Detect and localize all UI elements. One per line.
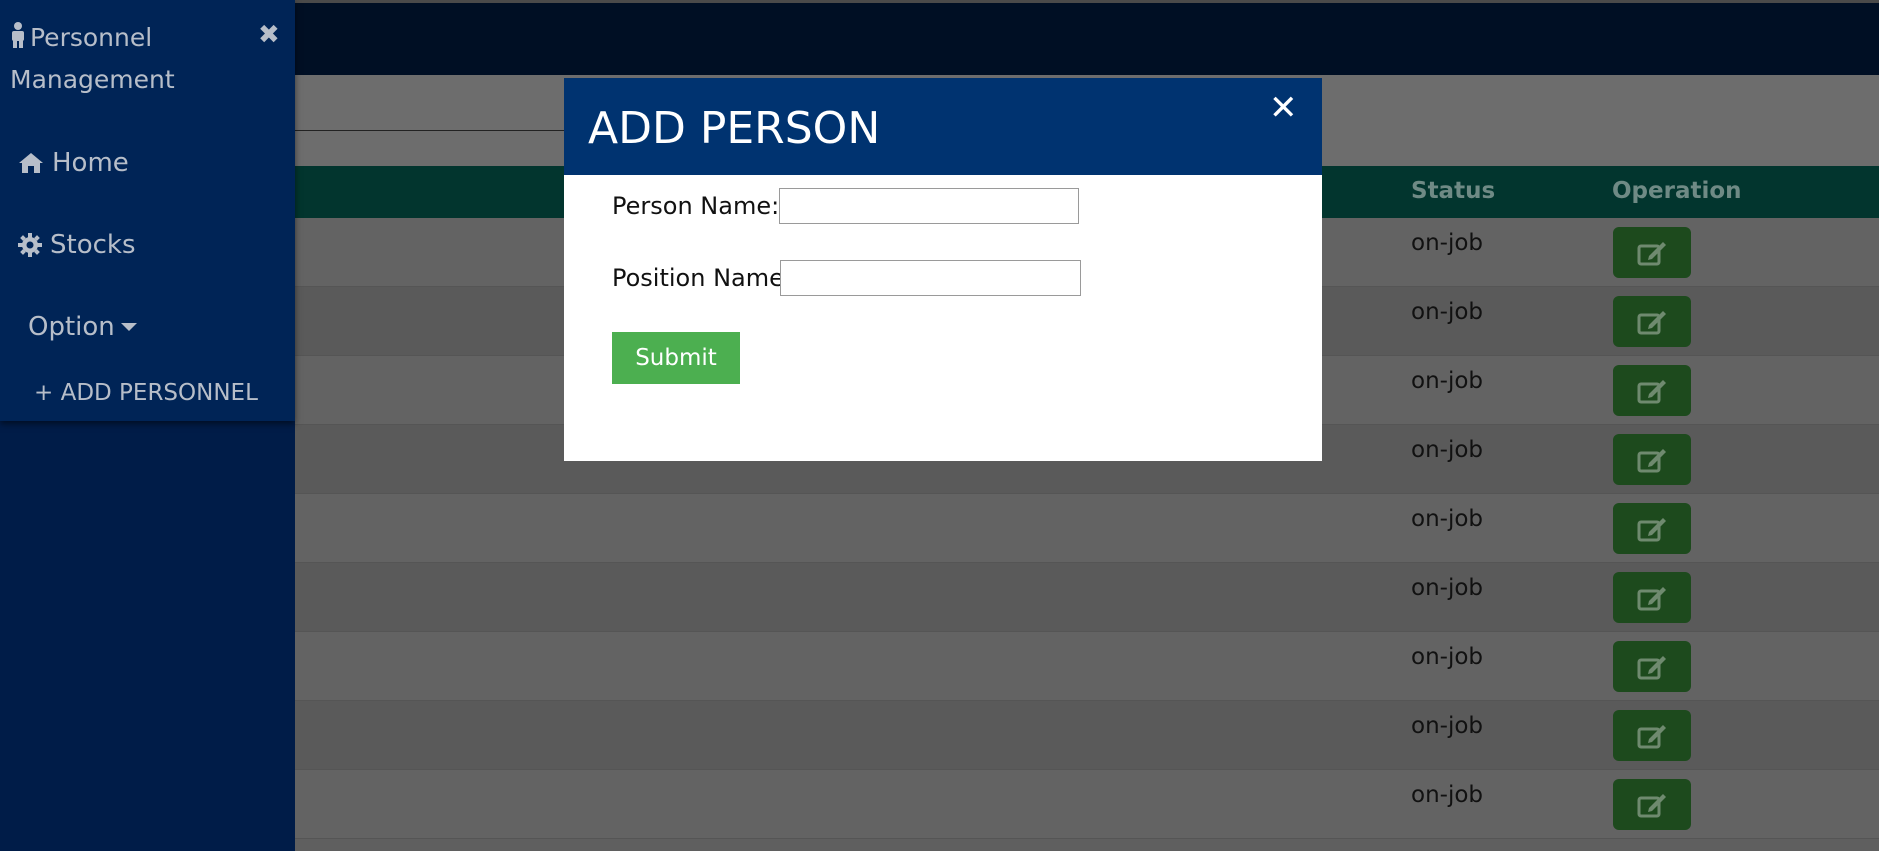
status-cell: on-job bbox=[1411, 299, 1484, 325]
edit-button[interactable] bbox=[1613, 434, 1691, 485]
close-icon[interactable]: ✕ bbox=[1269, 88, 1298, 128]
sidebar-brand: Personnel Management bbox=[10, 18, 210, 100]
sidebar-close-icon[interactable]: ✖ bbox=[258, 20, 280, 50]
edit-button[interactable] bbox=[1613, 365, 1691, 416]
sidebar-brand-label: Personnel Management bbox=[10, 23, 175, 94]
edit-icon bbox=[1637, 724, 1666, 748]
edit-button[interactable] bbox=[1613, 710, 1691, 761]
search-input-underline[interactable] bbox=[295, 130, 565, 131]
submit-button[interactable]: Submit bbox=[612, 332, 740, 384]
column-header-operation: Operation bbox=[1612, 178, 1742, 204]
sidebar-item-label: Option bbox=[28, 312, 115, 342]
status-cell: on-job bbox=[1411, 713, 1484, 739]
sidebar-item-home[interactable]: Home bbox=[18, 148, 129, 178]
edit-icon bbox=[1637, 448, 1666, 472]
status-cell: on-job bbox=[1411, 506, 1484, 532]
table-row: on-job bbox=[295, 563, 1879, 632]
edit-icon bbox=[1637, 379, 1666, 403]
table-row: on-job bbox=[295, 632, 1879, 701]
edit-icon bbox=[1637, 586, 1666, 610]
status-cell: on-job bbox=[1411, 644, 1484, 670]
status-cell: on-job bbox=[1411, 782, 1484, 808]
edit-button[interactable] bbox=[1613, 779, 1691, 830]
sidebar-item-option[interactable]: Option bbox=[28, 312, 137, 342]
edit-icon bbox=[1637, 793, 1666, 817]
status-cell: on-job bbox=[1411, 368, 1484, 394]
add-person-modal: ADD PERSON ✕ Person Name: Position Name … bbox=[564, 78, 1322, 461]
table-row: on-job bbox=[295, 701, 1879, 770]
position-name-input[interactable] bbox=[780, 260, 1081, 296]
status-cell: on-job bbox=[1411, 575, 1484, 601]
sidebar-item-add-personnel[interactable]: + ADD PERSONNEL bbox=[34, 380, 258, 406]
edit-icon bbox=[1637, 241, 1666, 265]
person-name-label: Person Name: bbox=[612, 192, 780, 220]
table-row: on-job bbox=[295, 494, 1879, 563]
edit-button[interactable] bbox=[1613, 641, 1691, 692]
edit-button[interactable] bbox=[1613, 296, 1691, 347]
edit-button[interactable] bbox=[1613, 572, 1691, 623]
sidebar-item-label: Stocks bbox=[50, 230, 136, 260]
edit-button[interactable] bbox=[1613, 503, 1691, 554]
sidebar-item-label: Home bbox=[52, 148, 129, 178]
home-icon bbox=[18, 152, 44, 174]
modal-title: ADD PERSON bbox=[588, 103, 881, 154]
edit-icon bbox=[1637, 310, 1666, 334]
sidebar-menu: Personnel Management ✖ Home Stocks Optio… bbox=[0, 0, 295, 421]
position-name-label: Position Name bbox=[612, 264, 784, 292]
person-icon bbox=[10, 20, 26, 60]
edit-icon bbox=[1637, 655, 1666, 679]
status-cell: on-job bbox=[1411, 437, 1484, 463]
gear-icon bbox=[18, 233, 42, 257]
sidebar-item-stocks[interactable]: Stocks bbox=[18, 230, 136, 260]
modal-header: ADD PERSON ✕ bbox=[564, 78, 1322, 175]
sidebar: Personnel Management ✖ Home Stocks Optio… bbox=[0, 0, 295, 851]
caret-down-icon bbox=[120, 323, 137, 331]
edit-button[interactable] bbox=[1613, 227, 1691, 278]
column-header-status: Status bbox=[1411, 178, 1496, 204]
edit-icon bbox=[1637, 517, 1666, 541]
status-cell: on-job bbox=[1411, 230, 1484, 256]
person-name-input[interactable] bbox=[779, 188, 1079, 224]
table-row: on-job bbox=[295, 770, 1879, 839]
